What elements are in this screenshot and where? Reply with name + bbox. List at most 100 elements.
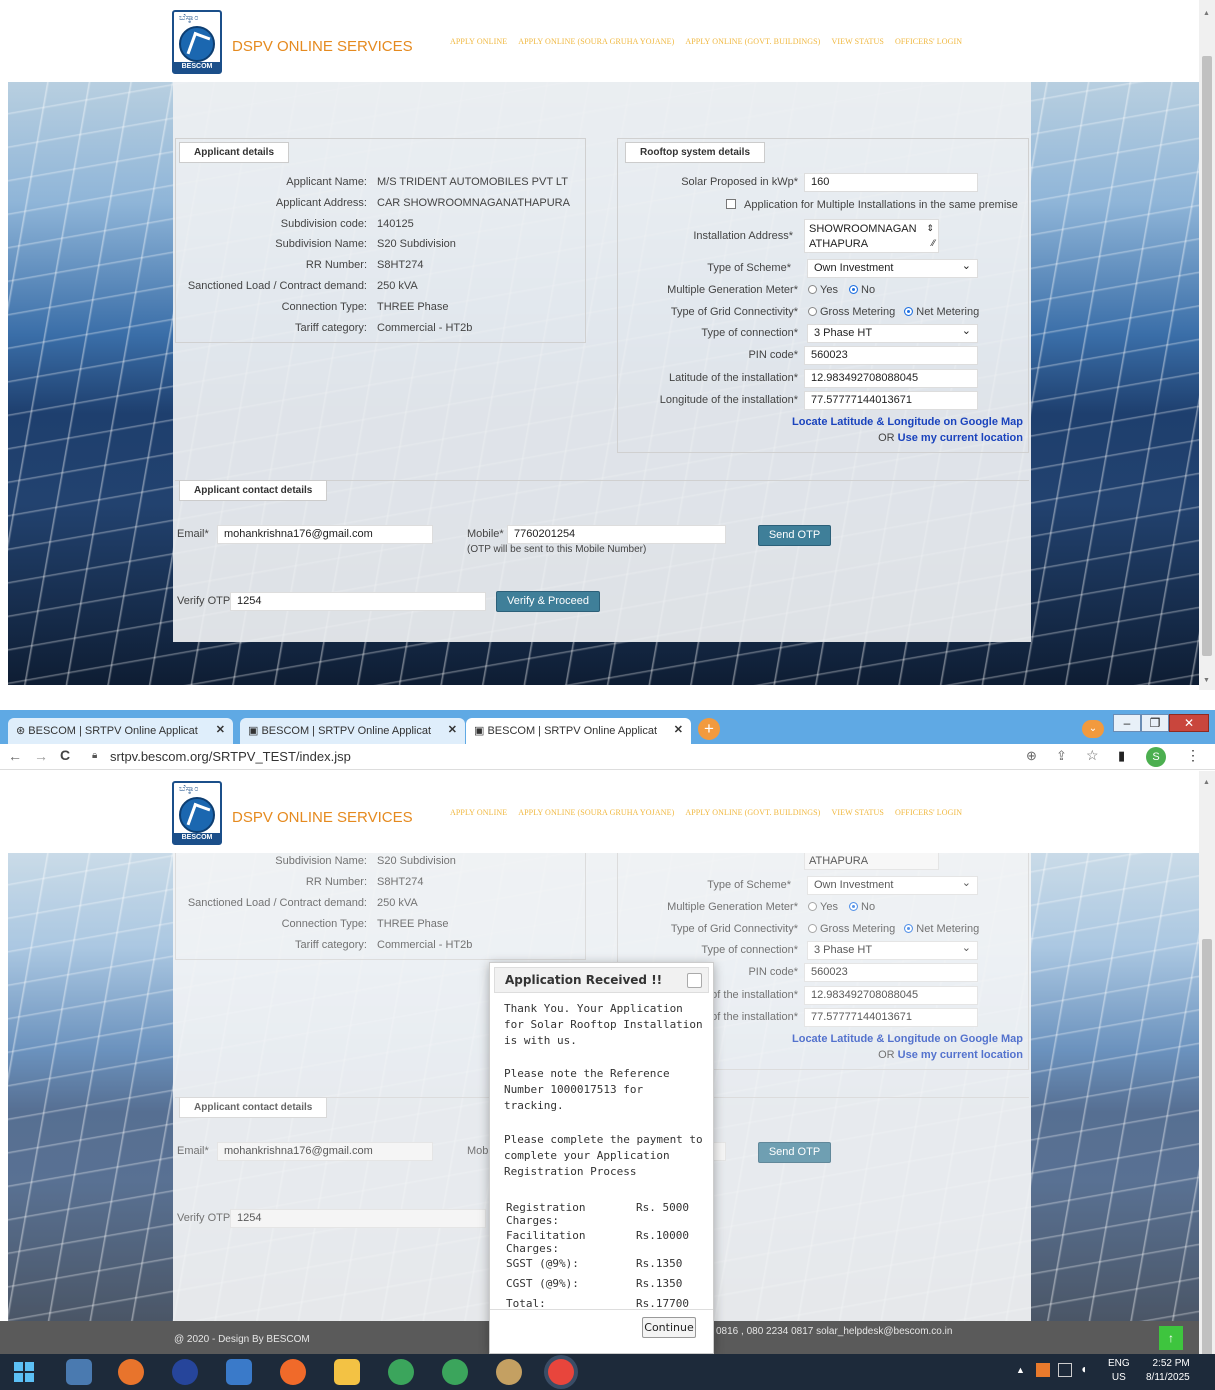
site-header: ಬೆಸ್ಕಾಂ BESCOM DSPV ONLINE SERVICES APPL…: [0, 771, 1199, 853]
nav-apply-soura[interactable]: APPLY ONLINE (SOURA GRUHA YOJANE): [518, 808, 674, 817]
nav-apply-soura[interactable]: APPLY ONLINE (SOURA GRUHA YOJANE): [518, 37, 674, 46]
locate-map-link[interactable]: Locate Latitude & Longitude on Google Ma…: [792, 416, 1023, 428]
reload-icon[interactable]: C: [60, 747, 70, 763]
current-location-link[interactable]: Use my current location: [898, 432, 1023, 444]
verify-otp-label: Verify OTP: [177, 595, 231, 607]
maximize-button[interactable]: ❐: [1141, 714, 1169, 732]
current-location-row: OR Use my current location: [878, 432, 1023, 444]
bookmark-star-icon[interactable]: ☆: [1086, 747, 1099, 764]
new-tab-button[interactable]: +: [698, 718, 720, 740]
server-manager-icon[interactable]: [66, 1359, 92, 1385]
multi-meter-no-radio[interactable]: [849, 285, 859, 294]
url-field[interactable]: srtpv.bescom.org/SRTPV_TEST/index.jsp: [110, 749, 351, 764]
menu-kebab-icon[interactable]: ⋮: [1186, 747, 1200, 764]
dialog-title: Application Received !!: [494, 967, 709, 993]
scroll-top-button[interactable]: ↑: [1159, 1326, 1183, 1350]
nav-apply-govt[interactable]: APPLY ONLINE (GOVT. BUILDINGS): [685, 808, 820, 817]
firefox-icon[interactable]: [118, 1359, 144, 1385]
longitude-label: Longitude of the installation*: [659, 394, 798, 406]
globe-icon: ⊛: [16, 725, 29, 737]
tray-language[interactable]: ENG US: [1108, 1357, 1130, 1385]
windows-taskbar: ▲ ◖ ENG US 2:52 PM 8/11/2025: [0, 1354, 1215, 1390]
profile-avatar[interactable]: S: [1146, 747, 1166, 767]
tab-search-icon[interactable]: ⌄: [1082, 720, 1104, 738]
powershell-icon[interactable]: [226, 1359, 252, 1385]
connection-type-value: THREE Phase: [377, 301, 449, 313]
tray-app-icon[interactable]: [1036, 1363, 1050, 1377]
chrome-icon[interactable]: [548, 1359, 574, 1385]
latitude-input[interactable]: 12.983492708088045: [804, 369, 978, 388]
nav-officers-login[interactable]: OFFICERS' LOGIN: [895, 37, 962, 46]
scheme-select[interactable]: Own Investment: [807, 259, 978, 278]
nav-view-status[interactable]: VIEW STATUS: [831, 808, 884, 817]
charge-row: SGST (@9%): Rs.1350: [506, 1257, 683, 1270]
network-icon[interactable]: [172, 1359, 198, 1385]
dialog-close-icon[interactable]: [687, 973, 702, 988]
minimize-button[interactable]: –: [1113, 714, 1141, 732]
nav-apply-govt[interactable]: APPLY ONLINE (GOVT. BUILDINGS): [685, 37, 820, 46]
multi-meter-yes-radio[interactable]: [808, 285, 817, 294]
hs-app-icon[interactable]: [388, 1359, 414, 1385]
longitude-input[interactable]: 77.57777144013671: [804, 391, 978, 410]
sidepanel-icon[interactable]: ▮: [1118, 748, 1125, 764]
browser-tab-1[interactable]: ⊛ BESCOM | SRTPV Online Applicat ✕: [8, 718, 233, 744]
tray-network-icon[interactable]: [1058, 1363, 1072, 1377]
tray-chevron-icon[interactable]: ▲: [1016, 1365, 1025, 1375]
nav-apply-online[interactable]: APPLY ONLINE: [450, 37, 507, 46]
subdivision-code-label: Subdivision code:: [280, 218, 367, 230]
nav-view-status[interactable]: VIEW STATUS: [831, 37, 884, 46]
tab-close-icon[interactable]: ✕: [674, 723, 683, 736]
postman-icon[interactable]: [280, 1359, 306, 1385]
close-window-button[interactable]: ✕: [1169, 714, 1209, 732]
send-otp-button[interactable]: Send OTP: [758, 525, 831, 546]
tab-close-icon[interactable]: ✕: [448, 723, 457, 736]
dialog-divider: [490, 1309, 713, 1310]
browser-tab-2[interactable]: ▣ BESCOM | SRTPV Online Applicat ✕: [240, 718, 465, 744]
top-nav: APPLY ONLINE APPLY ONLINE (SOURA GRUHA Y…: [450, 37, 962, 46]
application-received-dialog: Application Received !! Thank You. Your …: [489, 962, 714, 1354]
nav-apply-online[interactable]: APPLY ONLINE: [450, 808, 507, 817]
continue-button[interactable]: Continue: [642, 1317, 696, 1338]
applicant-name-value: M/S TRIDENT AUTOMOBILES PVT LT: [377, 176, 568, 188]
nav-officers-login[interactable]: OFFICERS' LOGIN: [895, 808, 962, 817]
tab-close-icon[interactable]: ✕: [216, 723, 225, 736]
connection-type-select[interactable]: 3 Phase HT: [807, 324, 978, 343]
verify-otp-input[interactable]: 1254: [230, 592, 486, 611]
subdivision-name-value: S20 Subdivision: [377, 238, 456, 250]
verify-proceed-button[interactable]: Verify & Proceed: [496, 591, 600, 612]
pin-code-input[interactable]: 560023: [804, 346, 978, 365]
install-address-textarea[interactable]: SHOWROOMNAGAN ATHAPURA ⁄⁄ ⇕: [804, 219, 939, 253]
resize-handle-icon[interactable]: ⁄⁄: [932, 236, 935, 251]
tray-volume-icon[interactable]: ◖: [1080, 1362, 1087, 1376]
gross-metering-radio[interactable]: [808, 307, 817, 316]
share-icon[interactable]: ⇪: [1056, 748, 1067, 764]
solar-kwp-input[interactable]: 160: [804, 173, 978, 192]
applicant-details-legend: Applicant details: [179, 142, 290, 163]
connection-type-select-label: Type of connection*: [701, 327, 798, 339]
otp-note: (OTP will be sent to this Mobile Number): [467, 544, 647, 555]
mobile-input[interactable]: 7760201254: [507, 525, 726, 544]
file-explorer-icon[interactable]: [334, 1359, 360, 1385]
form-panel: Applicant details Applicant Name: M/S TR…: [173, 82, 1031, 642]
net-metering-radio[interactable]: [904, 307, 914, 316]
multi-install-checkbox[interactable]: [726, 199, 736, 209]
bescom-logo[interactable]: ಬೆಸ್ಕಾಂ BESCOM: [172, 781, 222, 845]
hs-app-2-icon[interactable]: [442, 1359, 468, 1385]
tray-clock[interactable]: 2:52 PM 8/11/2025: [1146, 1357, 1190, 1385]
page-scrollbar[interactable]: ▲ ▼: [1199, 771, 1215, 1390]
sanctioned-load-label: Sanctioned Load / Contract demand:: [187, 280, 367, 292]
windows-start-icon[interactable]: [12, 1359, 38, 1385]
zoom-icon[interactable]: ⊕: [1026, 748, 1037, 764]
settings-gear-icon[interactable]: [496, 1359, 522, 1385]
forward-icon[interactable]: →: [34, 748, 48, 764]
multi-install-row: Application for Multiple Installations i…: [726, 199, 1018, 211]
charges-table: Registration Charges: Rs. 5000 Facilitati…: [506, 1200, 689, 1316]
bescom-logo[interactable]: ಬೆಸ್ಕಾಂ BESCOM: [172, 10, 222, 74]
email-input[interactable]: mohankrishna176@gmail.com: [217, 525, 433, 544]
rr-number-label: RR Number:: [305, 259, 367, 271]
top-scrollbar[interactable]: ▲ ▼: [1199, 0, 1215, 690]
back-icon[interactable]: ←: [8, 748, 22, 764]
browser-tab-3[interactable]: ▣ BESCOM | SRTPV Online Applicat ✕: [466, 718, 691, 744]
spinner-icon[interactable]: ⇕: [926, 221, 934, 236]
contact-details-legend: Applicant contact details: [179, 480, 328, 501]
